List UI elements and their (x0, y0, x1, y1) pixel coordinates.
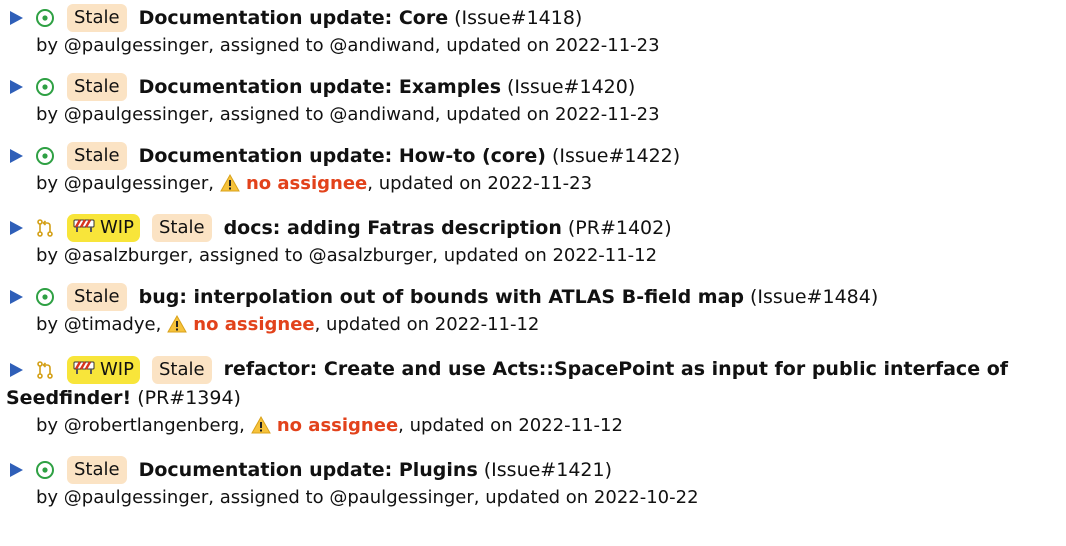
item-header: Stale Documentation update: Examples (Issu… (6, 73, 1066, 101)
pull-request-icon (35, 360, 55, 380)
item-reference[interactable]: (Issue#1421) (484, 456, 612, 484)
no-assignee-label: no assignee (245, 173, 368, 194)
issue-open-icon (35, 146, 55, 166)
badge-label: Stale (158, 358, 205, 380)
updated-date: updated on 2022-11-23 (446, 35, 660, 56)
item-title[interactable]: docs: adding Fatras description (224, 214, 562, 242)
expand-arrow-icon[interactable] (10, 362, 23, 377)
author: by @paulgessinger, (36, 173, 214, 194)
item-title[interactable]: Documentation update: Plugins (139, 456, 478, 484)
issue-open-icon (35, 77, 55, 97)
item-reference[interactable]: (PR#1394) (137, 387, 241, 409)
item-header: Stale Documentation update: Core (Issue#14… (6, 4, 1066, 32)
author: by @asalzburger, (36, 245, 194, 266)
item-reference[interactable]: (Issue#1484) (750, 283, 878, 311)
updated-date: updated on 2022-10-22 (485, 486, 699, 508)
badge-label: WIP (100, 358, 134, 380)
item-title[interactable]: Documentation update: Core (139, 4, 449, 32)
item-meta: by @asalzburger, assigned to @asalzburge… (6, 242, 1066, 269)
item-meta: by @robertlangenberg, no assignee, update… (6, 412, 1066, 442)
item-header: WIP Stale refactor: Create and use Acts::S… (6, 355, 1066, 412)
item-header: Stale Documentation update: How-to (core)… (6, 142, 1066, 170)
item-reference[interactable]: (Issue#1422) (552, 142, 680, 170)
item-header-lead: WIP Stale (6, 355, 224, 384)
expand-arrow-icon[interactable] (10, 290, 23, 304)
assignee: assigned to @paulgessinger, (219, 486, 480, 508)
stale-badge: Stale (67, 4, 127, 32)
warning-icon (251, 415, 271, 442)
author: by @timadye, (36, 314, 162, 335)
badge-label: Stale (74, 286, 120, 307)
stale-badge: Stale (151, 214, 212, 242)
list-item: Stale Documentation update: How-to (core)… (6, 142, 1066, 200)
expand-arrow-icon[interactable] (10, 462, 23, 477)
item-header: Stale bug: interpolation out of bounds wi… (6, 283, 1066, 311)
item-meta: by @paulgessinger, assigned to @andiwand… (6, 32, 1066, 59)
stale-badge: Stale (67, 283, 127, 311)
issue-open-icon (35, 8, 55, 28)
list-item: Stale Documentation update: Core (Issue#14… (6, 4, 1066, 59)
construction-barrier-icon (73, 356, 95, 384)
author: by @paulgessinger, (36, 35, 214, 56)
item-title[interactable]: Documentation update: How-to (core) (139, 142, 546, 170)
issue-open-icon (35, 287, 55, 307)
list-item: WIP Stale docs: adding Fatras description(… (6, 214, 1066, 269)
expand-arrow-icon[interactable] (10, 221, 23, 235)
badge-label: Stale (158, 217, 205, 238)
item-meta: by @paulgessinger, assigned to @paulgess… (6, 484, 1066, 511)
list-item: WIP Stale refactor: Create and use Acts::S… (6, 355, 1066, 442)
item-title[interactable]: bug: interpolation out of bounds with AT… (139, 283, 744, 311)
author: by @paulgessinger, (36, 486, 214, 508)
construction-barrier-icon (73, 214, 95, 242)
item-reference[interactable]: (Issue#1420) (507, 73, 635, 101)
item-meta: by @timadye, no assignee, updated on 2022… (6, 311, 1066, 341)
badge-label: Stale (74, 145, 120, 166)
item-title[interactable]: Documentation update: Examples (139, 73, 501, 101)
assignee: assigned to @andiwand, (219, 104, 441, 125)
author: by @paulgessinger, (36, 104, 214, 125)
warning-icon (220, 173, 240, 200)
expand-arrow-icon[interactable] (10, 80, 23, 94)
expand-arrow-icon[interactable] (10, 11, 23, 25)
updated-date: , updated on 2022-11-23 (367, 173, 593, 194)
no-assignee-label: no assignee (193, 314, 315, 335)
list-item: Stale Documentation update: Plugins (Issue… (6, 455, 1066, 511)
item-header: WIP Stale docs: adding Fatras description(… (6, 214, 1066, 242)
list-item: Stale bug: interpolation out of bounds wi… (6, 283, 1066, 341)
pull-request-icon (35, 218, 55, 238)
issue-list: Stale Documentation update: Core (Issue#14… (0, 0, 1066, 511)
updated-date: , updated on 2022-11-12 (314, 314, 540, 335)
updated-date: updated on 2022-11-23 (446, 104, 660, 125)
item-header: Stale Documentation update: Plugins (Issue… (6, 455, 1066, 484)
author: by @robertlangenberg, (36, 414, 245, 436)
badge-label: Stale (74, 458, 120, 480)
wip-badge: WIP (67, 355, 140, 384)
item-meta: by @paulgessinger, no assignee, updated o… (6, 170, 1066, 200)
warning-icon (167, 314, 188, 341)
list-item: Stale Documentation update: Examples (Issu… (6, 73, 1066, 128)
item-reference[interactable]: (Issue#1418) (454, 4, 582, 32)
item-reference[interactable]: (PR#1402) (568, 214, 672, 242)
badge-label: Stale (74, 7, 120, 28)
stale-badge: Stale (67, 455, 127, 484)
stale-badge: Stale (67, 142, 127, 170)
expand-arrow-icon[interactable] (10, 149, 23, 163)
item-meta: by @paulgessinger, assigned to @andiwand… (6, 101, 1066, 128)
assignee: assigned to @asalzburger, (198, 245, 439, 266)
assignee: assigned to @andiwand, (219, 35, 441, 56)
stale-badge: Stale (67, 73, 127, 101)
issue-open-icon (35, 460, 55, 480)
updated-date: , updated on 2022-11-12 (398, 414, 623, 436)
badge-label: Stale (74, 76, 120, 97)
wip-badge: WIP (67, 214, 140, 242)
no-assignee-label: no assignee (276, 414, 399, 436)
badge-label: WIP (100, 217, 134, 238)
stale-badge: Stale (151, 355, 212, 384)
updated-date: updated on 2022-11-12 (443, 245, 658, 266)
